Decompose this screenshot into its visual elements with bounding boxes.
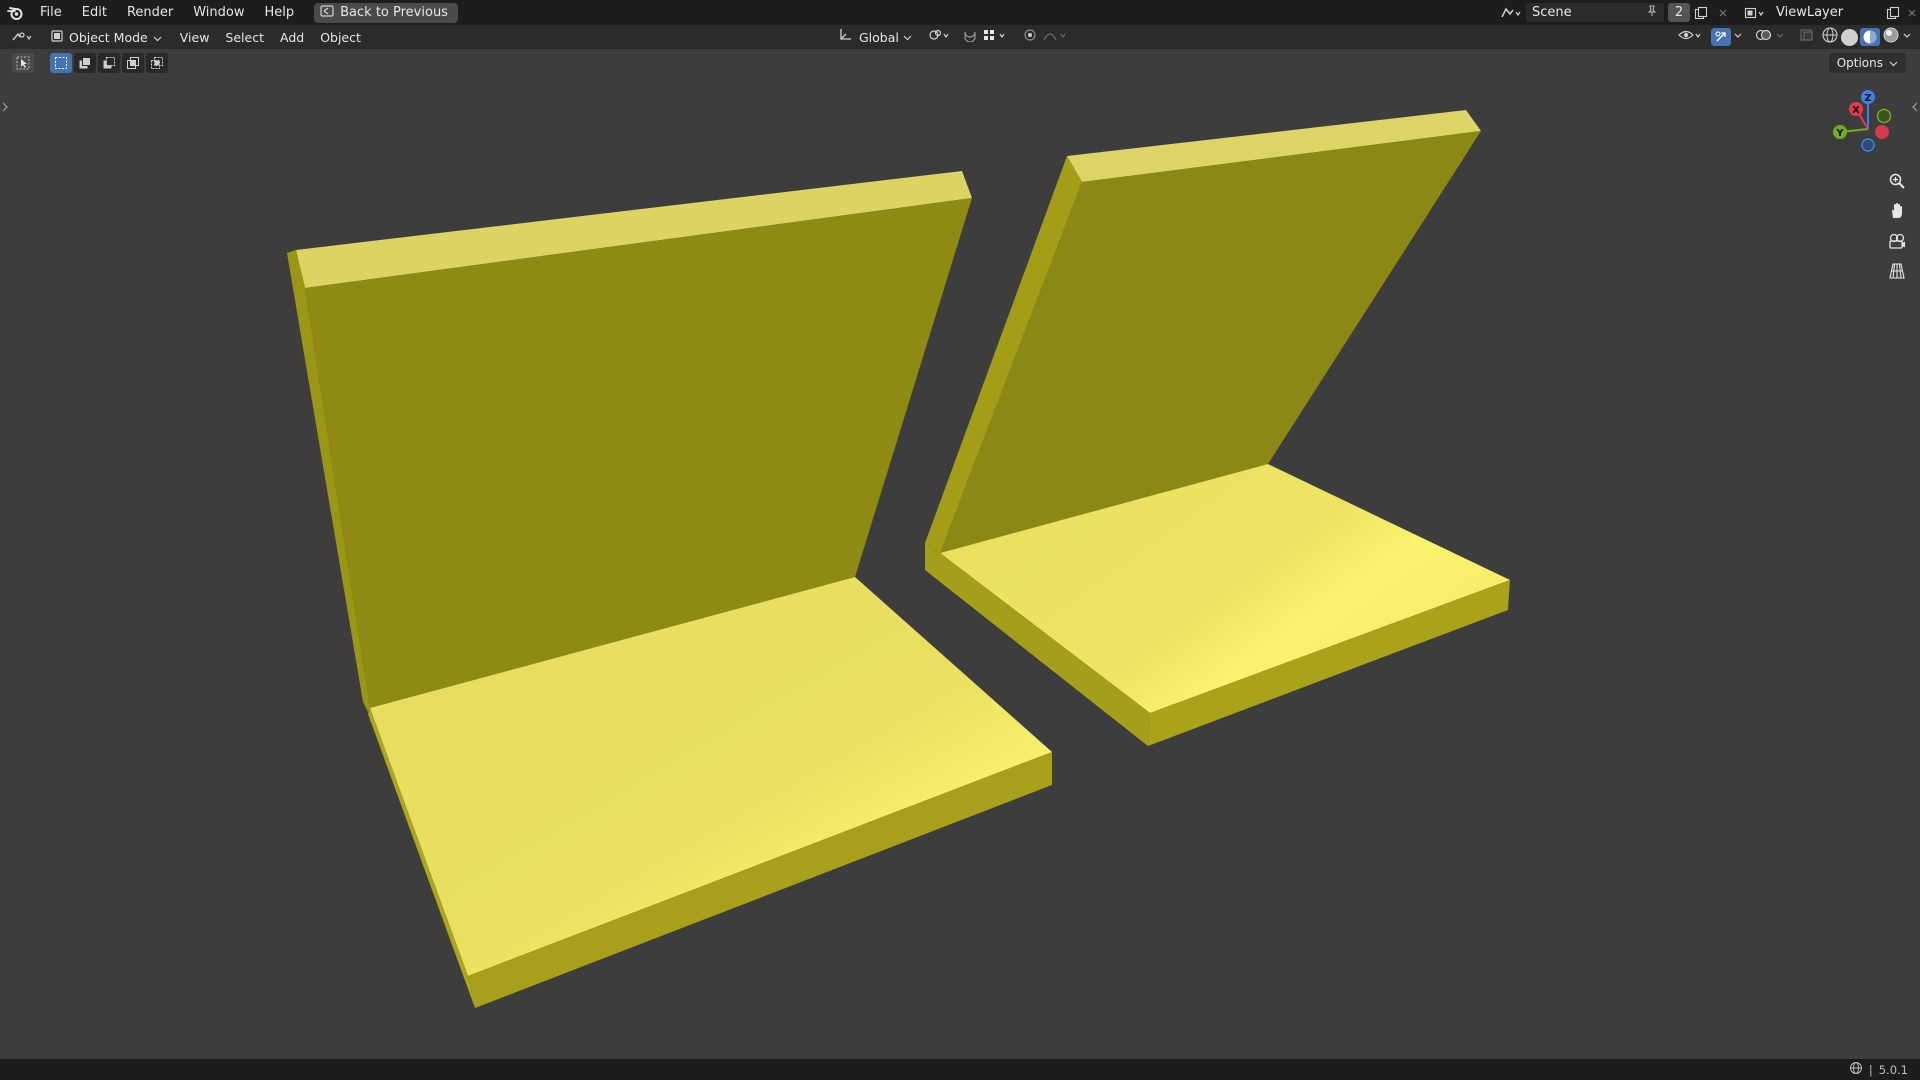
zoom-icon[interactable] <box>1884 168 1910 194</box>
menu-window[interactable]: Window <box>183 0 254 25</box>
object-mode-dropdown[interactable]: Object Mode <box>44 27 168 47</box>
new-scene-icon[interactable] <box>1690 3 1712 23</box>
menu-file[interactable]: File <box>30 0 72 25</box>
scene-controls: Scene 2 ViewLayer <box>1496 0 1920 25</box>
scene-name-field[interactable]: Scene <box>1526 3 1664 22</box>
sidebar-expand-icon[interactable] <box>1911 101 1919 117</box>
select-tool-button[interactable] <box>12 53 34 73</box>
viewport-header: Object Mode View Select Add Object Globa… <box>0 25 1920 49</box>
back-to-previous-label: Back to Previous <box>340 5 448 20</box>
chevron-down-icon <box>1889 56 1898 70</box>
version-number: 5.0.1 <box>1878 1062 1908 1077</box>
pivot-point-icon[interactable] <box>928 28 952 46</box>
chevron-down-icon <box>153 30 162 45</box>
menu-object[interactable]: Object <box>312 25 369 50</box>
xray-toggle-icon[interactable] <box>1799 28 1815 46</box>
version-info: | 5.0.1 <box>1849 1059 1908 1080</box>
menu-edit[interactable]: Edit <box>72 0 117 25</box>
gizmo-toggle-icon[interactable] <box>1711 28 1731 46</box>
rendered-shading-icon[interactable] <box>1882 26 1900 48</box>
options-dropdown[interactable]: Options <box>1828 53 1906 73</box>
topbar: File Edit Render Window Help Back to Pre… <box>0 0 1920 25</box>
menu-select[interactable]: Select <box>217 25 272 50</box>
chevron-down-icon <box>903 30 912 45</box>
select-mode-subtract-button[interactable] <box>98 53 120 73</box>
delete-scene-icon[interactable] <box>1712 3 1734 23</box>
scene-name: Scene <box>1532 5 1572 20</box>
menu-view[interactable]: View <box>172 25 218 50</box>
menu-help[interactable]: Help <box>255 0 305 25</box>
view-layer-selector-icon[interactable] <box>1740 3 1770 23</box>
scene-selector-icon[interactable] <box>1496 3 1526 23</box>
navigation-gizmo[interactable]: Z X Y <box>1828 85 1908 165</box>
shading-options-icon[interactable] <box>1902 28 1914 46</box>
viewport-shading-controls <box>1677 25 1920 49</box>
visibility-icon[interactable] <box>1677 28 1705 46</box>
gizmo-options-icon[interactable] <box>1733 28 1745 46</box>
menu-add[interactable]: Add <box>272 25 312 50</box>
gizmo-x-label: X <box>1852 105 1860 116</box>
object-mode-label: Object Mode <box>69 29 148 45</box>
transform-controls: Global <box>838 25 1070 49</box>
version-separator: | <box>1868 1062 1873 1077</box>
options-label: Options <box>1836 56 1883 70</box>
back-icon <box>320 4 334 21</box>
network-icon[interactable] <box>1849 1061 1863 1078</box>
wireframe-shading-icon[interactable] <box>1821 26 1839 48</box>
delete-view-layer-icon[interactable] <box>1904 3 1920 23</box>
right-object[interactable] <box>925 110 1510 746</box>
back-to-previous-button[interactable]: Back to Previous <box>314 2 458 23</box>
camera-view-icon[interactable] <box>1884 228 1910 254</box>
select-mode-intersect-button[interactable] <box>146 53 168 73</box>
left-object[interactable] <box>287 171 1052 1008</box>
select-mode-invert-button[interactable] <box>122 53 144 73</box>
select-mode-extend-button[interactable] <box>74 53 96 73</box>
material-preview-shading-icon[interactable] <box>1860 28 1880 46</box>
scene-users-count[interactable]: 2 <box>1668 3 1690 22</box>
proportional-editing-icon[interactable] <box>1022 28 1038 46</box>
toolbar-expand-icon[interactable] <box>1 101 9 117</box>
snap-toggle-icon[interactable] <box>962 28 978 46</box>
solid-shading-icon[interactable] <box>1841 28 1858 46</box>
new-view-layer-icon[interactable] <box>1882 3 1904 23</box>
view-layer-name: ViewLayer <box>1776 5 1844 20</box>
blender-logo-icon[interactable] <box>0 0 30 25</box>
gizmo-z-label: Z <box>1864 93 1871 104</box>
tool-settings <box>12 52 168 74</box>
scene-render <box>287 110 1510 1008</box>
menu-render[interactable]: Render <box>117 0 183 25</box>
select-mode-new-button[interactable] <box>50 53 72 73</box>
pan-hand-icon[interactable] <box>1884 198 1910 224</box>
falloff-curve-icon[interactable] <box>1042 28 1070 46</box>
snap-target-icon[interactable] <box>982 28 1010 46</box>
statusbar: | 5.0.1 <box>0 1059 1920 1080</box>
object-mode-icon <box>50 29 64 46</box>
editor-type-icon[interactable] <box>8 27 38 47</box>
3d-viewport[interactable]: Z X Y <box>0 49 1920 1059</box>
overlays-options-icon[interactable] <box>1775 28 1787 46</box>
gizmo-y-label: Y <box>1835 128 1844 139</box>
pin-icon[interactable] <box>1646 5 1658 21</box>
transform-orientation-icon <box>838 28 852 46</box>
overlays-toggle-icon[interactable] <box>1755 28 1773 46</box>
transform-orientation-dropdown[interactable]: Global <box>859 30 899 45</box>
perspective-toggle-icon[interactable] <box>1884 258 1910 284</box>
view-layer-field[interactable]: ViewLayer <box>1770 3 1882 22</box>
